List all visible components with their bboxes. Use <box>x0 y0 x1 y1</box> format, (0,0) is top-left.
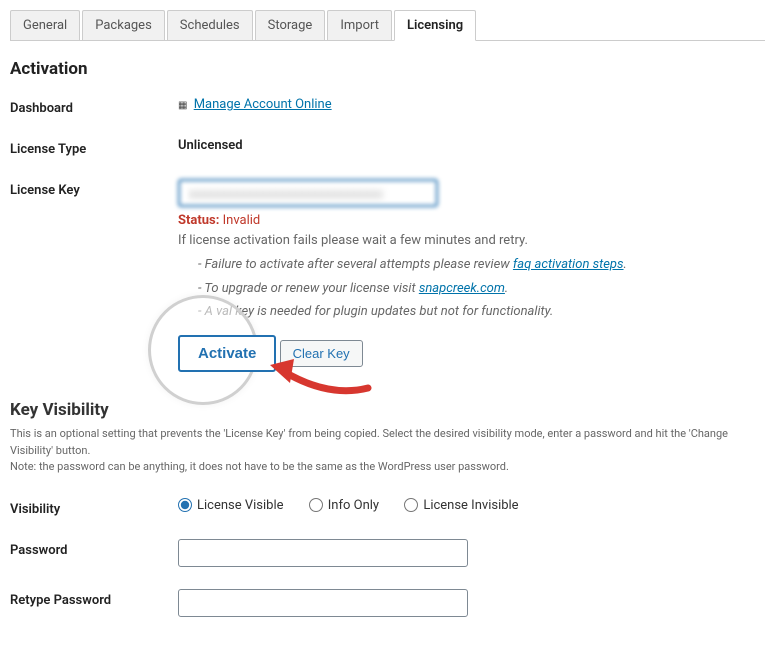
tip3-rest: key is needed for plugin updates but not… <box>232 304 553 319</box>
radio-license-visible-text: License Visible <box>197 498 284 513</box>
arrow-icon <box>268 353 378 403</box>
tip2-prefix: - To upgrade or renew your license visit <box>198 281 419 296</box>
tip2-suffix: . <box>505 281 508 296</box>
kv-desc-1: This is an optional setting that prevent… <box>10 426 765 459</box>
tip1-prefix: - Failure to activate after several atte… <box>198 257 513 272</box>
activation-heading: Activation <box>10 59 765 79</box>
visibility-label: Visibility <box>10 498 178 517</box>
help-text: If license activation fails please wait … <box>178 231 765 252</box>
manage-account-link[interactable]: Manage Account Online <box>194 97 332 112</box>
faq-link[interactable]: faq activation steps <box>513 257 624 272</box>
retype-password-input[interactable] <box>178 589 468 617</box>
grid-icon: ▦ <box>178 100 187 111</box>
tab-packages[interactable]: Packages <box>82 10 165 40</box>
tab-general[interactable]: General <box>10 10 80 40</box>
password-label: Password <box>10 539 178 558</box>
status-label: Status: <box>178 213 219 228</box>
radio-license-visible[interactable]: License Visible <box>178 498 284 513</box>
dashboard-label: Dashboard <box>10 97 178 116</box>
snapcreek-link[interactable]: snapcreek.com <box>419 281 505 296</box>
radio-info-only[interactable]: Info Only <box>309 498 379 513</box>
tabs-bar: General Packages Schedules Storage Impor… <box>10 10 765 41</box>
password-input[interactable] <box>178 539 468 567</box>
kv-desc-2: Note: the password can be anything, it d… <box>10 459 765 476</box>
status-value: Invalid <box>223 213 261 228</box>
retype-password-label: Retype Password <box>10 589 178 608</box>
tab-schedules[interactable]: Schedules <box>167 10 253 40</box>
radio-license-invisible-text: License Invisible <box>423 498 518 513</box>
radio-info-only-text: Info Only <box>328 498 379 513</box>
key-visibility-heading: Key Visibility <box>10 400 765 420</box>
radio-info-only-input[interactable] <box>309 498 323 512</box>
radio-license-invisible[interactable]: License Invisible <box>404 498 518 513</box>
tab-storage[interactable]: Storage <box>255 10 326 40</box>
license-key-label: License Key <box>10 179 178 198</box>
tab-import[interactable]: Import <box>327 10 392 40</box>
activate-button[interactable]: Activate <box>178 335 276 372</box>
tab-licensing[interactable]: Licensing <box>394 10 476 41</box>
radio-license-visible-input[interactable] <box>178 498 192 512</box>
license-type-value: Unlicensed <box>178 138 243 153</box>
radio-license-invisible-input[interactable] <box>404 498 418 512</box>
license-type-label: License Type <box>10 138 178 157</box>
license-key-input[interactable] <box>178 179 438 207</box>
tip1-suffix: . <box>624 257 627 272</box>
